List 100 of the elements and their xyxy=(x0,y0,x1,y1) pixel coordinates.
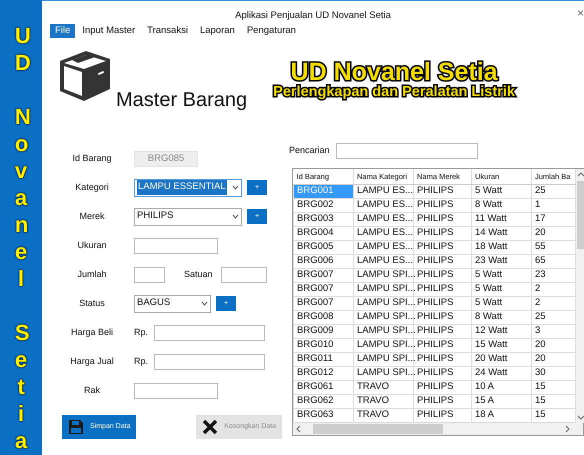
table-cell[interactable]: PHILIPS xyxy=(414,338,472,352)
scrollbar-thumb[interactable] xyxy=(577,181,584,249)
table-cell[interactable]: BRG009 xyxy=(294,324,354,338)
table-cell[interactable]: BRG006 xyxy=(294,254,354,268)
table-cell[interactable]: PHILIPS xyxy=(414,268,472,282)
table-cell[interactable]: LAMPU SPI... xyxy=(354,366,414,380)
input-field[interactable] xyxy=(134,382,218,398)
table-cell[interactable]: BRG007 xyxy=(294,268,354,282)
table-cell[interactable]: BRG005 xyxy=(294,240,354,254)
vertical-scrollbar[interactable] xyxy=(576,169,584,422)
field-label: Satuan xyxy=(184,268,213,281)
table-cell[interactable]: 20 Watt xyxy=(472,352,532,366)
input-field[interactable] xyxy=(154,354,266,370)
field-label: Jumlah xyxy=(76,268,108,281)
menu-item[interactable]: File xyxy=(50,24,76,38)
menu-item[interactable]: Transaksi xyxy=(142,24,193,38)
table-cell[interactable]: 15 Watt xyxy=(472,338,532,352)
table-cell[interactable]: PHILIPS xyxy=(414,366,472,380)
menu-item[interactable]: Input Master xyxy=(77,24,140,38)
field-label: Id Barang xyxy=(71,152,113,165)
scroll-left-icon[interactable] xyxy=(295,424,303,432)
table-cell[interactable]: BRG010 xyxy=(294,338,354,352)
input-field[interactable] xyxy=(220,266,267,282)
table-cell[interactable]: BRG063 xyxy=(294,408,354,422)
table-cell[interactable]: 10 A xyxy=(472,380,532,394)
input-field[interactable] xyxy=(134,238,218,254)
table-cell[interactable]: TRAVO xyxy=(354,380,414,394)
scrollbar-thumb[interactable] xyxy=(313,424,443,434)
table-cell[interactable]: LAMPU SPI... xyxy=(354,338,414,352)
horizontal-scrollbar[interactable] xyxy=(293,422,583,434)
table-cell[interactable]: BRG008 xyxy=(294,310,354,324)
table-cell[interactable]: 5 Watt xyxy=(472,296,532,310)
table-cell[interactable]: 5 Watt xyxy=(472,184,532,198)
table-cell[interactable]: PHILIPS xyxy=(414,296,472,310)
table-cell[interactable]: PHILIPS xyxy=(414,226,472,240)
table-cell[interactable]: LAMPU ES... xyxy=(354,212,414,226)
menu-item[interactable]: Pengaturan xyxy=(242,24,301,38)
table-cell[interactable]: TRAVO xyxy=(354,394,414,408)
table-cell[interactable]: 24 Watt xyxy=(472,366,532,380)
brand-tagline: Perlengkapan dan Peralatan Listrik xyxy=(273,84,515,100)
input-field[interactable] xyxy=(134,266,165,282)
table-cell[interactable]: 12 Watt xyxy=(472,324,532,338)
table-cell[interactable]: LAMPU SPI... xyxy=(354,324,414,338)
table-cell[interactable]: BRG011 xyxy=(294,352,354,366)
table-cell[interactable]: PHILIPS xyxy=(414,240,472,254)
table-cell[interactable]: PHILIPS xyxy=(414,324,472,338)
caret-icon xyxy=(232,214,239,219)
table-cell[interactable]: BRG007 xyxy=(294,296,354,310)
close-button[interactable]: × xyxy=(576,4,584,22)
table-cell[interactable]: BRG062 xyxy=(294,394,354,408)
table-cell[interactable]: 18 A xyxy=(472,408,532,422)
table-cell[interactable]: LAMPU SPI... xyxy=(354,352,414,366)
table-cell[interactable]: LAMPU ES... xyxy=(354,240,414,254)
dropdown[interactable]: PHILIPS xyxy=(134,208,242,226)
table-cell[interactable]: 11 Watt xyxy=(472,212,532,226)
table-cell[interactable]: PHILIPS xyxy=(414,310,472,324)
table-cell[interactable]: LAMPU ES... xyxy=(354,226,414,240)
table-cell[interactable]: PHILIPS xyxy=(414,184,472,198)
field-label: Harga Beli xyxy=(70,326,114,339)
table-cell[interactable]: BRG061 xyxy=(294,380,354,394)
table-cell[interactable]: 5 Watt xyxy=(472,268,532,282)
table-cell[interactable]: BRG007 xyxy=(294,282,354,296)
table-cell[interactable]: PHILIPS xyxy=(414,408,472,422)
table-cell[interactable]: BRG012 xyxy=(294,366,354,380)
sidebar-word: Novanel xyxy=(14,103,28,292)
table-cell[interactable]: BRG003 xyxy=(294,212,354,226)
menu-item[interactable]: Laporan xyxy=(194,24,240,38)
input-field[interactable] xyxy=(154,324,266,340)
table-cell[interactable]: BRG002 xyxy=(294,198,354,212)
scroll-down-icon[interactable] xyxy=(577,412,584,420)
table-cell[interactable]: LAMPU ES... xyxy=(354,198,414,212)
table-cell[interactable]: 18 Watt xyxy=(472,240,532,254)
table-cell[interactable]: PHILIPS xyxy=(414,198,472,212)
table-cell[interactable]: PHILIPS xyxy=(414,254,472,268)
table-cell[interactable]: 23 Watt xyxy=(472,254,532,268)
table-cell[interactable]: LAMPU ES... xyxy=(354,254,414,268)
dropdown[interactable]: BAGUS xyxy=(134,294,211,312)
table-cell[interactable]: PHILIPS xyxy=(414,380,472,394)
table-cell[interactable]: LAMPU SPI... xyxy=(354,268,414,282)
table-cell[interactable]: PHILIPS xyxy=(414,212,472,226)
table-cell[interactable]: PHILIPS xyxy=(414,352,472,366)
table-cell[interactable]: BRG004 xyxy=(294,226,354,240)
table-cell[interactable]: TRAVO xyxy=(354,408,414,422)
table-cell[interactable]: LAMPU ES... xyxy=(354,184,414,198)
table-cell[interactable]: 8 Watt xyxy=(472,310,532,324)
scroll-up-icon[interactable] xyxy=(577,171,584,179)
table-cell[interactable]: 14 Watt xyxy=(472,226,532,240)
dropdown[interactable]: LAMPU ESSENTIAL xyxy=(134,178,242,196)
table-cell[interactable]: PHILIPS xyxy=(414,282,472,296)
table-cell[interactable]: LAMPU SPI... xyxy=(354,282,414,296)
table-cell[interactable]: 5 Watt xyxy=(472,282,532,296)
table-cell[interactable]: 15 A xyxy=(472,394,532,408)
search-field[interactable] xyxy=(336,143,478,159)
table-cell[interactable]: PHILIPS xyxy=(414,394,472,408)
brand-title: UD Novanel Setia xyxy=(290,60,498,84)
window-title: Aplikasi Penjualan UD Novanel Setia xyxy=(235,10,391,21)
table-cell[interactable]: LAMPU SPI... xyxy=(354,296,414,310)
scroll-right-icon[interactable] xyxy=(563,424,571,432)
table-cell[interactable]: LAMPU SPI... xyxy=(354,310,414,324)
table-cell[interactable]: 8 Watt xyxy=(472,198,532,212)
